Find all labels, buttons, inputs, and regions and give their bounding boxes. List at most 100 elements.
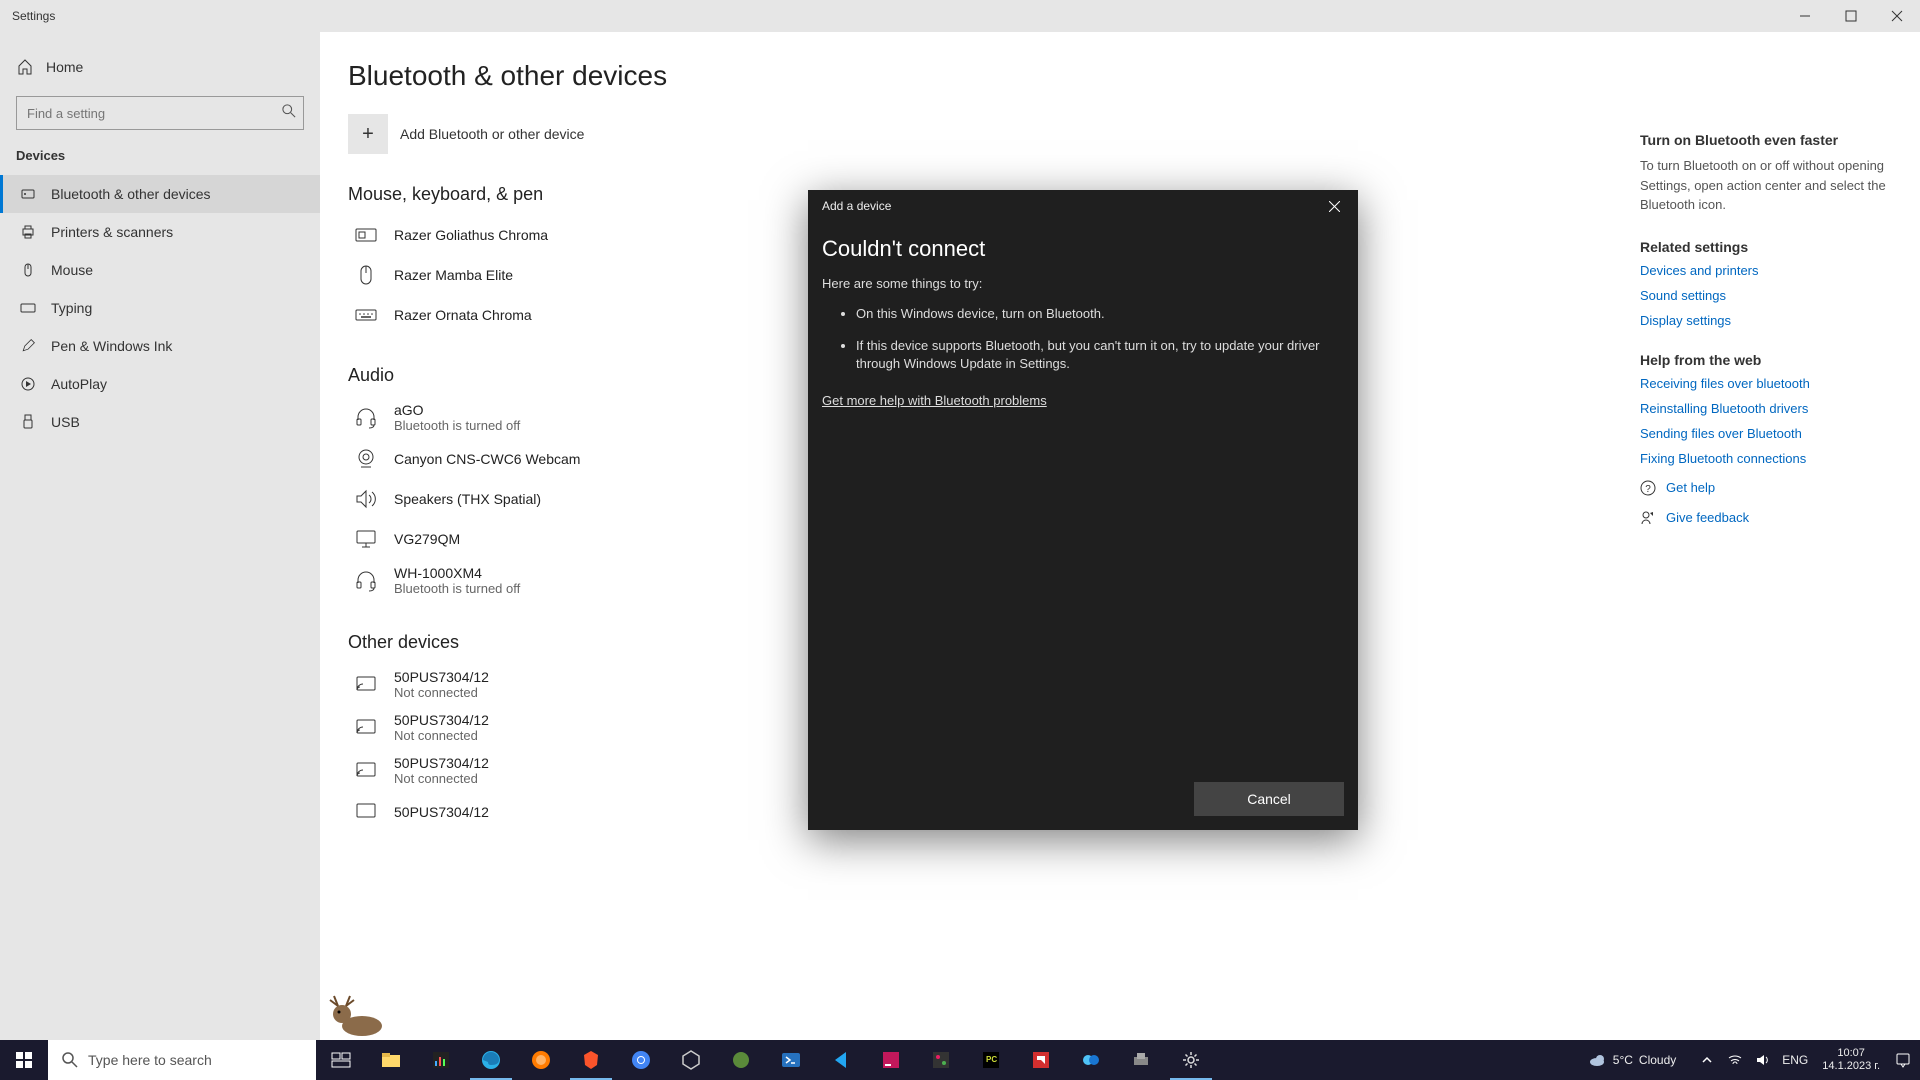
home-button[interactable]: Home <box>0 48 320 86</box>
link-fix-connections[interactable]: Fixing Bluetooth connections <box>1640 451 1890 466</box>
taskbar-app-intellij[interactable] <box>866 1040 916 1080</box>
device-status: Bluetooth is turned off <box>394 581 520 596</box>
taskbar-app-5[interactable] <box>1116 1040 1166 1080</box>
taskbar-app-powershell[interactable] <box>766 1040 816 1080</box>
miracast-icon <box>352 757 380 785</box>
taskbar-search[interactable]: Type here to search <box>48 1040 316 1080</box>
device-name: Razer Goliathus Chroma <box>394 227 548 243</box>
taskbar-app-pycharm[interactable]: PC <box>966 1040 1016 1080</box>
taskbar-app-edge[interactable] <box>466 1040 516 1080</box>
maximize-button[interactable] <box>1828 0 1874 32</box>
give-feedback-label: Give feedback <box>1666 510 1749 525</box>
device-name: Canyon CNS-CWC6 Webcam <box>394 451 580 467</box>
taskbar-app-firefox[interactable] <box>516 1040 566 1080</box>
tray-lang[interactable]: ENG <box>1782 1053 1808 1067</box>
window-title: Settings <box>12 9 55 23</box>
sidebar-item-label: Pen & Windows Ink <box>51 338 172 354</box>
clock-time: 10:07 <box>1822 1047 1880 1060</box>
link-send-files[interactable]: Sending files over Bluetooth <box>1640 426 1890 441</box>
device-status: Not connected <box>394 728 489 743</box>
tray-notifications-icon[interactable] <box>1894 1051 1912 1069</box>
device-name: 50PUS7304/12 <box>394 712 489 728</box>
sidebar-item-usb[interactable]: USB <box>0 403 320 441</box>
link-display-settings[interactable]: Display settings <box>1640 313 1890 328</box>
dialog-subheading: Here are some things to try: <box>822 276 1344 291</box>
printer-icon <box>19 223 37 241</box>
search-input[interactable] <box>16 96 304 130</box>
home-label: Home <box>46 59 83 75</box>
link-reinstall-drivers[interactable]: Reinstalling Bluetooth drivers <box>1640 401 1890 416</box>
link-devices-printers[interactable]: Devices and printers <box>1640 263 1890 278</box>
usb-icon <box>19 413 37 431</box>
sidebar-item-mouse[interactable]: Mouse <box>0 251 320 289</box>
weather-temp: 5°C <box>1613 1053 1633 1067</box>
minimize-button[interactable] <box>1782 0 1828 32</box>
tray-wifi-icon[interactable] <box>1726 1051 1744 1069</box>
taskbar-app-1[interactable] <box>416 1040 466 1080</box>
right-pane: Turn on Bluetooth even faster To turn Bl… <box>1640 132 1890 526</box>
dialog-help-link[interactable]: Get more help with Bluetooth problems <box>822 393 1047 408</box>
svg-text:PC: PC <box>986 1055 997 1064</box>
webcam-icon <box>352 445 380 473</box>
cloud-icon <box>1587 1050 1607 1070</box>
device-name: 50PUS7304/12 <box>394 755 489 771</box>
start-button[interactable] <box>0 1040 48 1080</box>
sidebar-item-bluetooth[interactable]: Bluetooth & other devices <box>0 175 320 213</box>
add-device-dialog: Add a device Couldn't connect Here are s… <box>808 190 1358 830</box>
taskbar-app-4[interactable] <box>1066 1040 1116 1080</box>
sidebar-item-autoplay[interactable]: AutoPlay <box>0 365 320 403</box>
search-icon <box>282 104 296 118</box>
sidebar-item-label: USB <box>51 414 80 430</box>
dialog-bullet: On this Windows device, turn on Bluetoot… <box>856 305 1344 323</box>
taskbar-search-label: Type here to search <box>88 1052 212 1068</box>
device-name: 50PUS7304/12 <box>394 804 489 820</box>
taskbar-app-brave[interactable] <box>566 1040 616 1080</box>
sidebar-item-label: Mouse <box>51 262 93 278</box>
device-status: Not connected <box>394 771 489 786</box>
autoplay-icon <box>19 375 37 393</box>
page-title: Bluetooth & other devices <box>348 60 1880 92</box>
sidebar-item-label: AutoPlay <box>51 376 107 392</box>
taskbar-app-2[interactable] <box>716 1040 766 1080</box>
close-button[interactable] <box>1874 0 1920 32</box>
give-feedback-link[interactable]: Give feedback <box>1640 510 1890 526</box>
cancel-button[interactable]: Cancel <box>1194 782 1344 816</box>
taskbar-app-chrome[interactable] <box>616 1040 666 1080</box>
dialog-close-button[interactable] <box>1318 192 1350 220</box>
search-container <box>16 96 304 130</box>
device-name: VG279QM <box>394 531 460 547</box>
help-icon: ? <box>1640 480 1656 496</box>
taskbar-app-explorer[interactable] <box>366 1040 416 1080</box>
get-help-link[interactable]: ? Get help <box>1640 480 1890 496</box>
keyboard-icon <box>19 299 37 317</box>
bluetooth-icon <box>19 185 37 203</box>
mouse-device-icon <box>352 261 380 289</box>
tray-chevron-icon[interactable] <box>1698 1051 1716 1069</box>
task-view-button[interactable] <box>316 1040 366 1080</box>
sidebar-item-label: Printers & scanners <box>51 224 173 240</box>
sidebar-item-pen[interactable]: Pen & Windows Ink <box>0 327 320 365</box>
device-name: Razer Ornata Chroma <box>394 307 532 323</box>
taskbar-app-unity[interactable] <box>666 1040 716 1080</box>
svg-text:?: ? <box>1645 484 1651 495</box>
taskbar-clock[interactable]: 10:07 14.1.2023 г. <box>1822 1047 1880 1073</box>
taskbar-app-settings[interactable] <box>1166 1040 1216 1080</box>
link-receive-files[interactable]: Receiving files over bluetooth <box>1640 376 1890 391</box>
mouse-icon <box>19 261 37 279</box>
right-heading-3: Help from the web <box>1640 352 1890 368</box>
device-name: Speakers (THX Spatial) <box>394 491 541 507</box>
miracast-icon <box>352 798 380 826</box>
taskbar-app-amd[interactable] <box>1016 1040 1066 1080</box>
taskbar-app-3[interactable] <box>916 1040 966 1080</box>
link-sound-settings[interactable]: Sound settings <box>1640 288 1890 303</box>
sidebar-item-printers[interactable]: Printers & scanners <box>0 213 320 251</box>
miracast-icon <box>352 671 380 699</box>
monitor-icon <box>352 525 380 553</box>
device-name: 50PUS7304/12 <box>394 669 489 685</box>
taskbar-weather[interactable]: 5°C Cloudy <box>1587 1050 1677 1070</box>
right-heading-1: Turn on Bluetooth even faster <box>1640 132 1890 148</box>
taskbar-app-vscode[interactable] <box>816 1040 866 1080</box>
plus-icon: + <box>348 114 388 154</box>
sidebar-item-typing[interactable]: Typing <box>0 289 320 327</box>
tray-volume-icon[interactable] <box>1754 1051 1772 1069</box>
